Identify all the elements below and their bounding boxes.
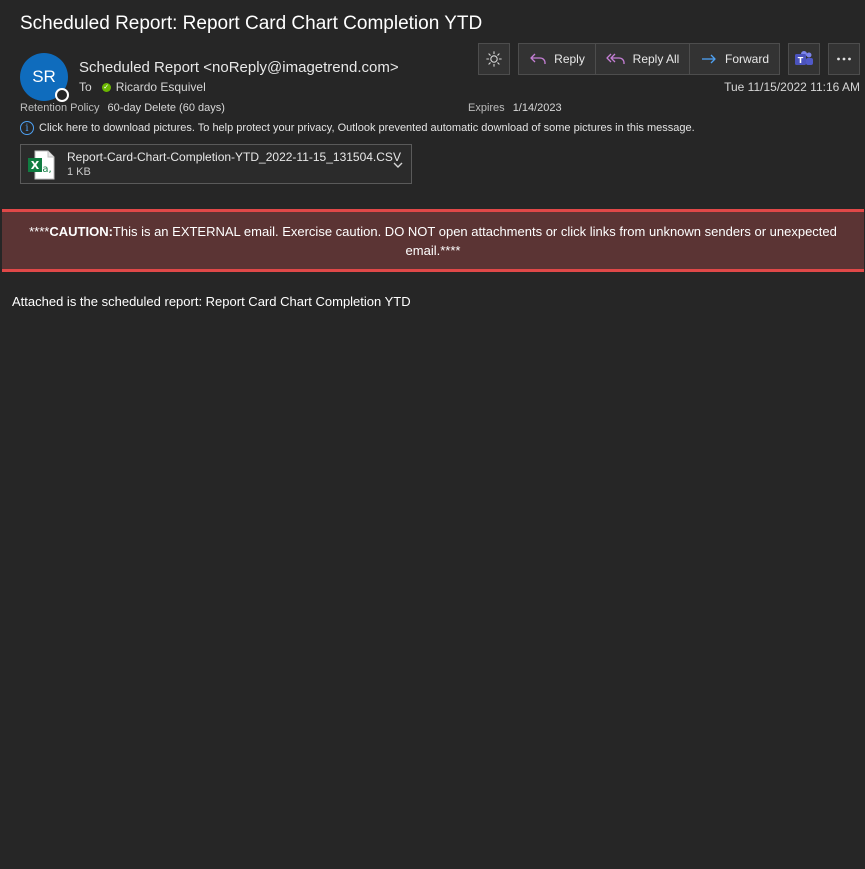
reply-all-icon [606, 53, 625, 64]
to-label: To [79, 80, 92, 94]
more-options-icon [837, 57, 851, 61]
teams-button[interactable]: T [788, 43, 820, 75]
recipient-name[interactable]: Ricardo Esquivel [116, 80, 206, 94]
forward-label: Forward [724, 52, 769, 66]
caution-message: This is an EXTERNAL email. Exercise caut… [112, 223, 837, 258]
recipients-row: To ✓ Ricardo Esquivel [79, 80, 206, 94]
chevron-down-icon[interactable] [391, 158, 405, 172]
expires-value: 1/14/2023 [512, 102, 562, 114]
reply-all-label: Reply All [632, 52, 680, 66]
excel-file-icon: X a, [28, 150, 55, 180]
email-date: Tue 11/15/2022 11:16 AM [724, 80, 860, 94]
caution-text: ****CAUTION:This is an EXTERNAL email. E… [16, 222, 850, 260]
reply-all-button[interactable]: Reply All [596, 44, 690, 74]
presence-available-icon: ✓ [101, 82, 111, 92]
sender-name[interactable]: Scheduled Report <noReply@imagetrend.com… [79, 59, 399, 76]
teams-icon: T [795, 51, 813, 65]
info-icon: i [20, 121, 34, 135]
reply-button[interactable]: Reply [519, 44, 596, 74]
svg-text:X: X [31, 159, 40, 172]
avatar-initials: SR [32, 67, 56, 86]
avatar-status-indicator [55, 88, 69, 102]
theme-toggle-button[interactable] [478, 43, 510, 75]
response-button-group: Reply Reply All Forward [518, 43, 780, 75]
retention-policy: Retention Policy 60-day Delete (60 days) [20, 102, 225, 114]
external-email-caution-banner: ****CAUTION:This is an EXTERNAL email. E… [2, 209, 864, 272]
retention-value: 60-day Delete (60 days) [107, 102, 225, 114]
reply-icon [530, 53, 546, 64]
reply-label: Reply [554, 52, 585, 66]
sun-icon [486, 51, 502, 67]
email-subject: Scheduled Report: Report Card Chart Comp… [20, 13, 483, 34]
email-body-text: Attached is the scheduled report: Report… [12, 294, 411, 309]
infobar-text: Click here to download pictures. To help… [39, 122, 695, 134]
svg-text:a,: a, [42, 164, 51, 175]
attachment-name: Report-Card-Chart-Completion-YTD_2022-11… [67, 150, 401, 164]
attachment-size: 1 KB [67, 166, 91, 178]
expires-label: Expires [468, 102, 505, 114]
svg-text:T: T [798, 56, 804, 65]
caution-prefix: **** [29, 223, 50, 239]
caution-bold: CAUTION: [49, 223, 113, 239]
attachment-card[interactable]: X a, Report-Card-Chart-Completion-YTD_20… [20, 144, 412, 184]
download-pictures-infobar[interactable]: i Click here to download pictures. To he… [20, 121, 695, 135]
expires-info: Expires 1/14/2023 [468, 102, 562, 114]
forward-arrow-icon [701, 54, 716, 64]
retention-label: Retention Policy [20, 102, 100, 114]
more-actions-button[interactable] [828, 43, 860, 75]
forward-button[interactable]: Forward [690, 44, 779, 74]
email-reading-pane: Scheduled Report: Report Card Chart Comp… [0, 0, 865, 869]
